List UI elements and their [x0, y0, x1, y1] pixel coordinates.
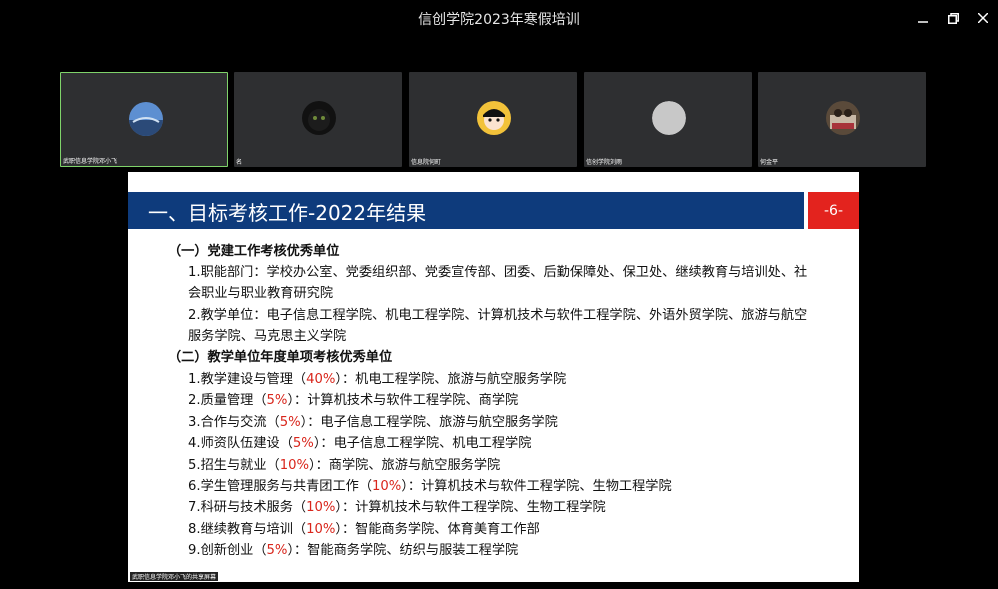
list-item: 5.招生与就业（10%）：商学院、旅游与航空服务学院 — [188, 458, 501, 473]
participant-tile[interactable]: 何金平 — [758, 72, 926, 167]
list-item-continued: 会职业与职业教育研究院 — [188, 286, 334, 301]
list-item: 1.职能部门：学校办公室、党委组织部、党委宣传部、团委、后勤保障处、保卫处、继续… — [188, 265, 808, 280]
list-item: 1.教学建设与管理（40%）：机电工程学院、旅游与航空服务学院 — [188, 372, 567, 387]
percent-value: 5% — [279, 415, 301, 430]
participant-name: 信创学院刘雨 — [586, 159, 623, 166]
window-titlebar: 信创学院2023年寒假培训 — [0, 0, 998, 36]
section-heading: （二）教学单位年度单项考核优秀单位 — [168, 350, 393, 365]
percent-value: 5% — [292, 436, 314, 451]
minimize-button[interactable] — [908, 0, 938, 36]
list-item-continued: 服务学院、马克思主义学院 — [188, 329, 347, 344]
percent-value: 10% — [306, 500, 336, 515]
participant-name: 何金平 — [760, 159, 779, 166]
avatar — [652, 101, 686, 135]
list-item: 2.教学单位：电子信息工程学院、机电工程学院、计算机技术与软件工程学院、外语外贸… — [188, 308, 808, 323]
list-item: 2.质量管理（5%）：计算机技术与软件工程学院、商学院 — [188, 393, 519, 408]
list-item: 4.师资队伍建设（5%）：电子信息工程学院、机电工程学院 — [188, 436, 532, 451]
participant-strip: 武职信息学院邓小飞 名 信息院何町 信创学院刘雨 何金平 — [0, 72, 998, 167]
screen-share-label: 武职信息学院邓小飞的共享屏幕 — [130, 572, 219, 581]
participant-name: 名 — [236, 159, 243, 166]
section-heading: （一）党建工作考核优秀单位 — [168, 244, 340, 259]
slide-content: （一）党建工作考核优秀单位 1.职能部门：学校办公室、党委组织部、党委宣传部、团… — [128, 172, 859, 582]
minimize-icon — [918, 21, 928, 23]
participant-name: 信息院何町 — [411, 159, 442, 166]
percent-value: 10% — [372, 479, 402, 494]
percent-value: 5% — [266, 393, 288, 408]
list-item: 8.继续教育与培训（10%）：智能商务学院、体育美育工作部 — [188, 522, 540, 537]
list-item: 7.科研与技术服务（10%）：计算机技术与软件工程学院、生物工程学院 — [188, 500, 606, 515]
list-item: 9.创新创业（5%）：智能商务学院、纺织与服装工程学院 — [188, 543, 519, 558]
percent-value: 5% — [266, 543, 288, 558]
percent-value: 10% — [306, 522, 336, 537]
restore-button[interactable] — [938, 0, 968, 36]
close-icon — [978, 13, 988, 23]
participant-tile[interactable]: 信创学院刘雨 — [584, 72, 752, 167]
participant-tile[interactable]: 武职信息学院邓小飞 — [60, 72, 228, 167]
close-button[interactable] — [968, 0, 998, 36]
window-controls — [908, 0, 998, 36]
avatar — [129, 102, 163, 136]
avatar — [826, 101, 860, 135]
percent-value: 10% — [279, 458, 310, 473]
restore-icon — [947, 12, 959, 24]
percent-value: 40% — [306, 372, 336, 387]
avatar — [477, 101, 511, 135]
list-item: 6.学生管理服务与共青团工作（10%）：计算机技术与软件工程学院、生物工程学院 — [188, 479, 672, 494]
participant-tile[interactable]: 名 — [234, 72, 402, 167]
participant-name: 武职信息学院邓小飞 — [63, 158, 118, 165]
shared-screen: 一、目标考核工作-2022年结果 -6- （一）党建工作考核优秀单位 1.职能部… — [128, 172, 859, 582]
list-item: 3.合作与交流（5%）：电子信息工程学院、旅游与航空服务学院 — [188, 415, 558, 430]
participant-tile[interactable]: 信息院何町 — [409, 72, 577, 167]
window-title: 信创学院2023年寒假培训 — [418, 12, 580, 28]
avatar — [302, 101, 336, 135]
